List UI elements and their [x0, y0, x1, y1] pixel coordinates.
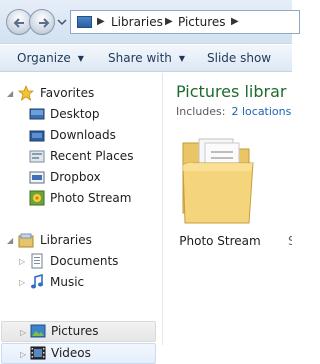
- back-arrow-icon: [13, 18, 24, 28]
- share-with-label: Share with: [108, 51, 172, 65]
- content-pane: Pictures librar Includes: 2 locations Pho…: [163, 73, 292, 345]
- slide-show-label: Slide show: [207, 51, 272, 65]
- chevron-down-icon: ▼: [178, 54, 186, 63]
- tree-item-photo-stream[interactable]: Photo Stream: [0, 188, 155, 209]
- breadcrumb-pictures[interactable]: Pictures: [178, 15, 226, 29]
- expand-arrow-icon[interactable]: ◢: [7, 236, 13, 245]
- tree-label-pictures: Pictures: [51, 324, 99, 338]
- tree-item-videos[interactable]: ▷ Videos: [1, 343, 156, 364]
- tree-label-downloads: Downloads: [50, 128, 116, 142]
- documents-icon: [31, 253, 43, 269]
- folder-name: Photo Stream: [179, 234, 261, 248]
- tree-item-dropbox[interactable]: Dropbox: [0, 167, 155, 188]
- photo-stream-icon: [29, 190, 45, 206]
- organize-label: Organize: [17, 51, 71, 65]
- tree-item-documents[interactable]: ▷ Documents: [0, 251, 155, 272]
- libraries-icon: [18, 233, 34, 248]
- tree-label-videos: Videos: [51, 346, 91, 360]
- breadcrumb-libraries[interactable]: Libraries: [111, 15, 163, 29]
- forward-button[interactable]: [29, 9, 55, 35]
- tree-label-dropbox: Dropbox: [50, 170, 101, 184]
- navigation-pane: ◢ Favorites Desktop Downloads Recent Pla…: [0, 73, 160, 364]
- tree-item-music[interactable]: ▷ Music: [0, 272, 155, 293]
- collapse-arrow-icon[interactable]: ▷: [19, 278, 25, 287]
- tree-item-downloads[interactable]: Downloads: [0, 125, 155, 146]
- videos-icon: [30, 346, 46, 360]
- tree-item-favorites[interactable]: ◢ Favorites: [0, 83, 155, 104]
- tree-item-desktop[interactable]: Desktop: [0, 104, 155, 125]
- address-box[interactable]: ▶ Libraries ▶ Pictures ▶: [70, 10, 300, 34]
- breadcrumb-separator-icon[interactable]: ▶: [97, 16, 105, 27]
- tree-label-photo-stream: Photo Stream: [50, 191, 132, 205]
- downloads-icon: [29, 130, 45, 142]
- tree-item-recent-places[interactable]: Recent Places: [0, 146, 155, 167]
- folder-icon: [182, 138, 254, 224]
- collapse-arrow-icon[interactable]: ▷: [20, 350, 26, 359]
- dropbox-icon: [29, 171, 45, 184]
- tree-label-documents: Documents: [50, 254, 119, 268]
- collapse-arrow-icon[interactable]: ▷: [19, 257, 25, 266]
- tree-label-favorites: Favorites: [40, 86, 95, 100]
- includes-line: Includes: 2 locations: [176, 105, 291, 118]
- tree-item-pictures[interactable]: ▷ Pictures: [1, 321, 156, 342]
- chevron-down-icon: ▼: [77, 54, 84, 63]
- slide-show-button[interactable]: Slide show: [207, 51, 271, 65]
- recent-places-icon: [29, 150, 45, 163]
- breadcrumb-separator-icon[interactable]: ▶: [165, 16, 173, 27]
- includes-label: Includes:: [176, 105, 226, 118]
- tree-label-recent-places: Recent Places: [50, 149, 134, 163]
- pictures-icon: [30, 324, 46, 338]
- recent-pages-chevron-icon[interactable]: [57, 17, 67, 27]
- folder-item-photo-stream[interactable]: Photo Stream: [175, 131, 265, 251]
- expand-arrow-icon[interactable]: ◢: [7, 89, 13, 98]
- pictures-location-icon: [77, 16, 92, 28]
- collapse-arrow-icon[interactable]: ▷: [20, 328, 26, 337]
- tree-label-music: Music: [50, 275, 85, 289]
- breadcrumb-separator-icon[interactable]: ▶: [231, 16, 239, 27]
- organize-button[interactable]: Organize ▼: [17, 51, 84, 65]
- next-item-partial-label: S: [288, 234, 292, 248]
- command-bar: Organize ▼ Share with ▼ Slide show: [0, 45, 292, 72]
- music-icon: [31, 274, 43, 289]
- star-icon: [18, 85, 34, 101]
- address-bar-area: ▶ Libraries ▶ Pictures ▶: [0, 0, 300, 44]
- tree-item-libraries[interactable]: ◢ Libraries: [0, 230, 155, 251]
- tree-label-desktop: Desktop: [50, 107, 100, 121]
- locations-link[interactable]: 2 locations: [231, 105, 291, 118]
- share-with-button[interactable]: Share with ▼: [108, 51, 185, 65]
- tree-label-libraries: Libraries: [40, 233, 92, 247]
- desktop-icon: [29, 108, 45, 120]
- library-title: Pictures librar: [176, 82, 287, 101]
- forward-arrow-icon: [39, 18, 50, 28]
